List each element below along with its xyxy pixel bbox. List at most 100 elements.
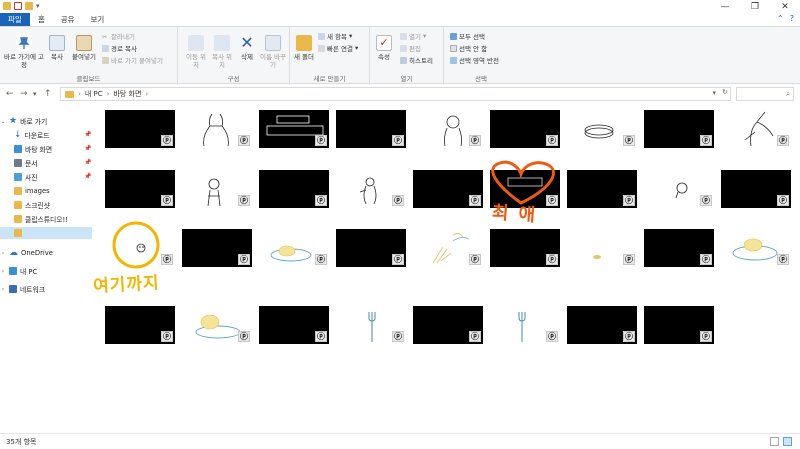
file-thumbnail[interactable]: ⓟ (567, 306, 637, 344)
pin-icon[interactable]: 📌 (84, 159, 91, 166)
file-thumbnail[interactable]: ⓟ (259, 229, 329, 267)
move-to-button[interactable]: 이동 위치 (184, 35, 208, 69)
address-bar[interactable]: › 내 PC › 바탕 화면 › ▾ ↻ (60, 87, 731, 101)
file-thumbnail[interactable]: ⓟ (259, 170, 329, 208)
file-thumbnail[interactable]: ⓟ (644, 229, 714, 267)
nav-clip-studio[interactable]: 클립스튜디오!! (14, 213, 68, 225)
file-thumbnail[interactable]: ⓟ (490, 306, 560, 344)
pin-quick-access-button[interactable]: 바로 가기에 고정 (3, 35, 45, 69)
tab-file[interactable]: 파일 (0, 13, 30, 26)
nav-documents[interactable]: 문서 (14, 157, 38, 169)
file-thumbnail[interactable]: ⓟ (644, 110, 714, 148)
file-thumbnail[interactable]: ⓟ (413, 306, 483, 344)
easy-access-button[interactable]: 빠른 연결 ▾ (318, 43, 358, 53)
file-thumbnail[interactable]: ⓟ (490, 229, 560, 267)
copy-path-button[interactable]: 경로 복사 (102, 43, 137, 53)
nav-this-pc[interactable]: › 내 PC (0, 265, 37, 277)
large-icons-view-icon[interactable] (783, 437, 792, 446)
nav-images[interactable]: images (14, 185, 50, 197)
properties-button[interactable]: ✓ 속성 (373, 35, 395, 61)
file-thumbnail[interactable]: ⓟ (644, 170, 714, 208)
delete-button[interactable]: ✕ 삭제 (236, 35, 258, 62)
file-thumbnail[interactable]: ⓟ (105, 229, 175, 267)
file-thumbnail[interactable]: ⓟ (105, 306, 175, 344)
file-thumbnail[interactable]: ⓟ (182, 110, 252, 148)
collapse-chevron-icon[interactable]: ⌄ (0, 118, 6, 125)
tab-home[interactable]: 홈 (30, 13, 53, 26)
search-input[interactable]: ⌕ (736, 87, 794, 101)
file-thumbnail[interactable]: ⓟ (721, 110, 791, 148)
pin-icon[interactable]: 📌 (84, 145, 91, 152)
nav-network[interactable]: › 네트워크 (0, 283, 45, 295)
file-thumbnail[interactable]: ⓟ (182, 229, 252, 267)
file-thumbnail[interactable]: ⓟ (567, 229, 637, 267)
breadcrumb-desktop[interactable]: 바탕 화면 (113, 89, 141, 99)
refresh-icon[interactable]: ↻ (722, 88, 728, 96)
file-thumbnail[interactable]: ⓟ (105, 110, 175, 148)
file-thumbnail[interactable]: ⓟ (721, 229, 791, 267)
expand-chevron-icon[interactable]: › (0, 268, 6, 275)
file-thumbnail[interactable]: ⓟ (336, 170, 406, 208)
tab-share[interactable]: 공유 (53, 13, 83, 26)
edit-button[interactable]: 편집 (400, 43, 421, 53)
paste-button[interactable]: 붙여넣기 (70, 35, 98, 61)
invert-selection-button[interactable]: 선택 영역 반전 (450, 55, 499, 65)
pin-icon[interactable]: 📌 (84, 173, 91, 180)
address-dropdown-icon[interactable]: ▾ (712, 89, 716, 97)
file-thumbnail[interactable]: ⓟ (105, 170, 175, 208)
file-thumbnail[interactable]: ⓟ (567, 170, 637, 208)
cut-button[interactable]: ✂ 잘라내기 (102, 31, 135, 42)
nav-onedrive[interactable]: › ☁ OneDrive (0, 247, 53, 259)
file-thumbnail[interactable]: ⓟ (567, 110, 637, 148)
file-thumbnail[interactable]: ⓟ (182, 306, 252, 344)
pin-icon[interactable]: 📌 (84, 131, 91, 138)
file-thumbnail[interactable]: ⓟ (336, 229, 406, 267)
details-view-icon[interactable] (770, 437, 779, 446)
history-button[interactable]: 히스토리 (400, 55, 433, 65)
maximize-icon[interactable]: ❐ (740, 0, 770, 13)
close-icon[interactable]: ✕ (770, 0, 800, 13)
file-thumbnail[interactable]: ⓟ (182, 170, 252, 208)
file-thumbnail[interactable]: ⓟ (336, 110, 406, 148)
up-icon[interactable]: ↑ (44, 89, 52, 99)
nav-desktop[interactable]: 바탕 화면 (14, 143, 52, 155)
new-item-button[interactable]: 새 항목 ▾ (318, 31, 352, 41)
file-thumbnail[interactable]: ⓟ (644, 306, 714, 344)
copy-button[interactable]: 복사 (46, 35, 68, 61)
recent-locations-icon[interactable]: ▾ (33, 90, 37, 98)
minimize-icon[interactable]: — (710, 0, 740, 13)
file-thumbnail[interactable]: ⓟ (259, 110, 329, 148)
select-none-button[interactable]: 선택 안 함 (450, 43, 487, 53)
expand-chevron-icon[interactable]: › (0, 286, 6, 293)
file-thumbnail[interactable]: ⓟ (721, 170, 791, 208)
copy-to-button[interactable]: 복사 위치 (210, 35, 234, 69)
file-thumbnail[interactable]: ⓟ (336, 306, 406, 344)
breadcrumb-this-pc[interactable]: 내 PC (85, 89, 103, 99)
forward-icon[interactable]: → (20, 89, 28, 99)
expand-chevron-icon[interactable]: › (0, 250, 6, 257)
select-all-button[interactable]: 모두 선택 (450, 31, 485, 41)
nav-selected-folder[interactable] (0, 227, 92, 239)
file-thumbnail[interactable]: ⓟ (413, 110, 483, 148)
nav-quick-access[interactable]: ⌄ ★ 바로 가기 (0, 115, 47, 127)
file-thumbnail[interactable]: ⓟ (413, 229, 483, 267)
back-icon[interactable]: ← (6, 89, 14, 99)
open-button[interactable]: 열기 ▾ (400, 31, 426, 41)
new-folder-icon[interactable] (25, 2, 33, 10)
new-folder-button[interactable]: 새 폴더 (292, 35, 316, 61)
tab-view[interactable]: 보기 (83, 13, 113, 26)
properties-icon[interactable] (14, 2, 22, 10)
nav-screenshots[interactable]: 스크린샷 (14, 199, 50, 211)
file-thumbnail[interactable]: ⓟ (413, 170, 483, 208)
file-thumbnail[interactable]: ⓟ (490, 110, 560, 148)
file-thumbnail[interactable]: ⓟ (259, 306, 329, 344)
paste-shortcut-button[interactable]: 바로 가기 붙여넣기 (102, 55, 163, 65)
clip-file-icon: ⓟ (623, 254, 635, 265)
collapse-ribbon-icon[interactable]: ⌃ (777, 14, 784, 23)
customize-quick-access-icon[interactable]: ▾ (36, 2, 40, 10)
nav-pictures[interactable]: 사진 (14, 171, 38, 183)
new-folder-icon (296, 35, 312, 51)
help-icon[interactable]: ? (790, 14, 794, 23)
rename-button[interactable]: 이름 바꾸기 (260, 35, 286, 69)
nav-downloads[interactable]: ↓ 다운로드 (14, 129, 50, 141)
